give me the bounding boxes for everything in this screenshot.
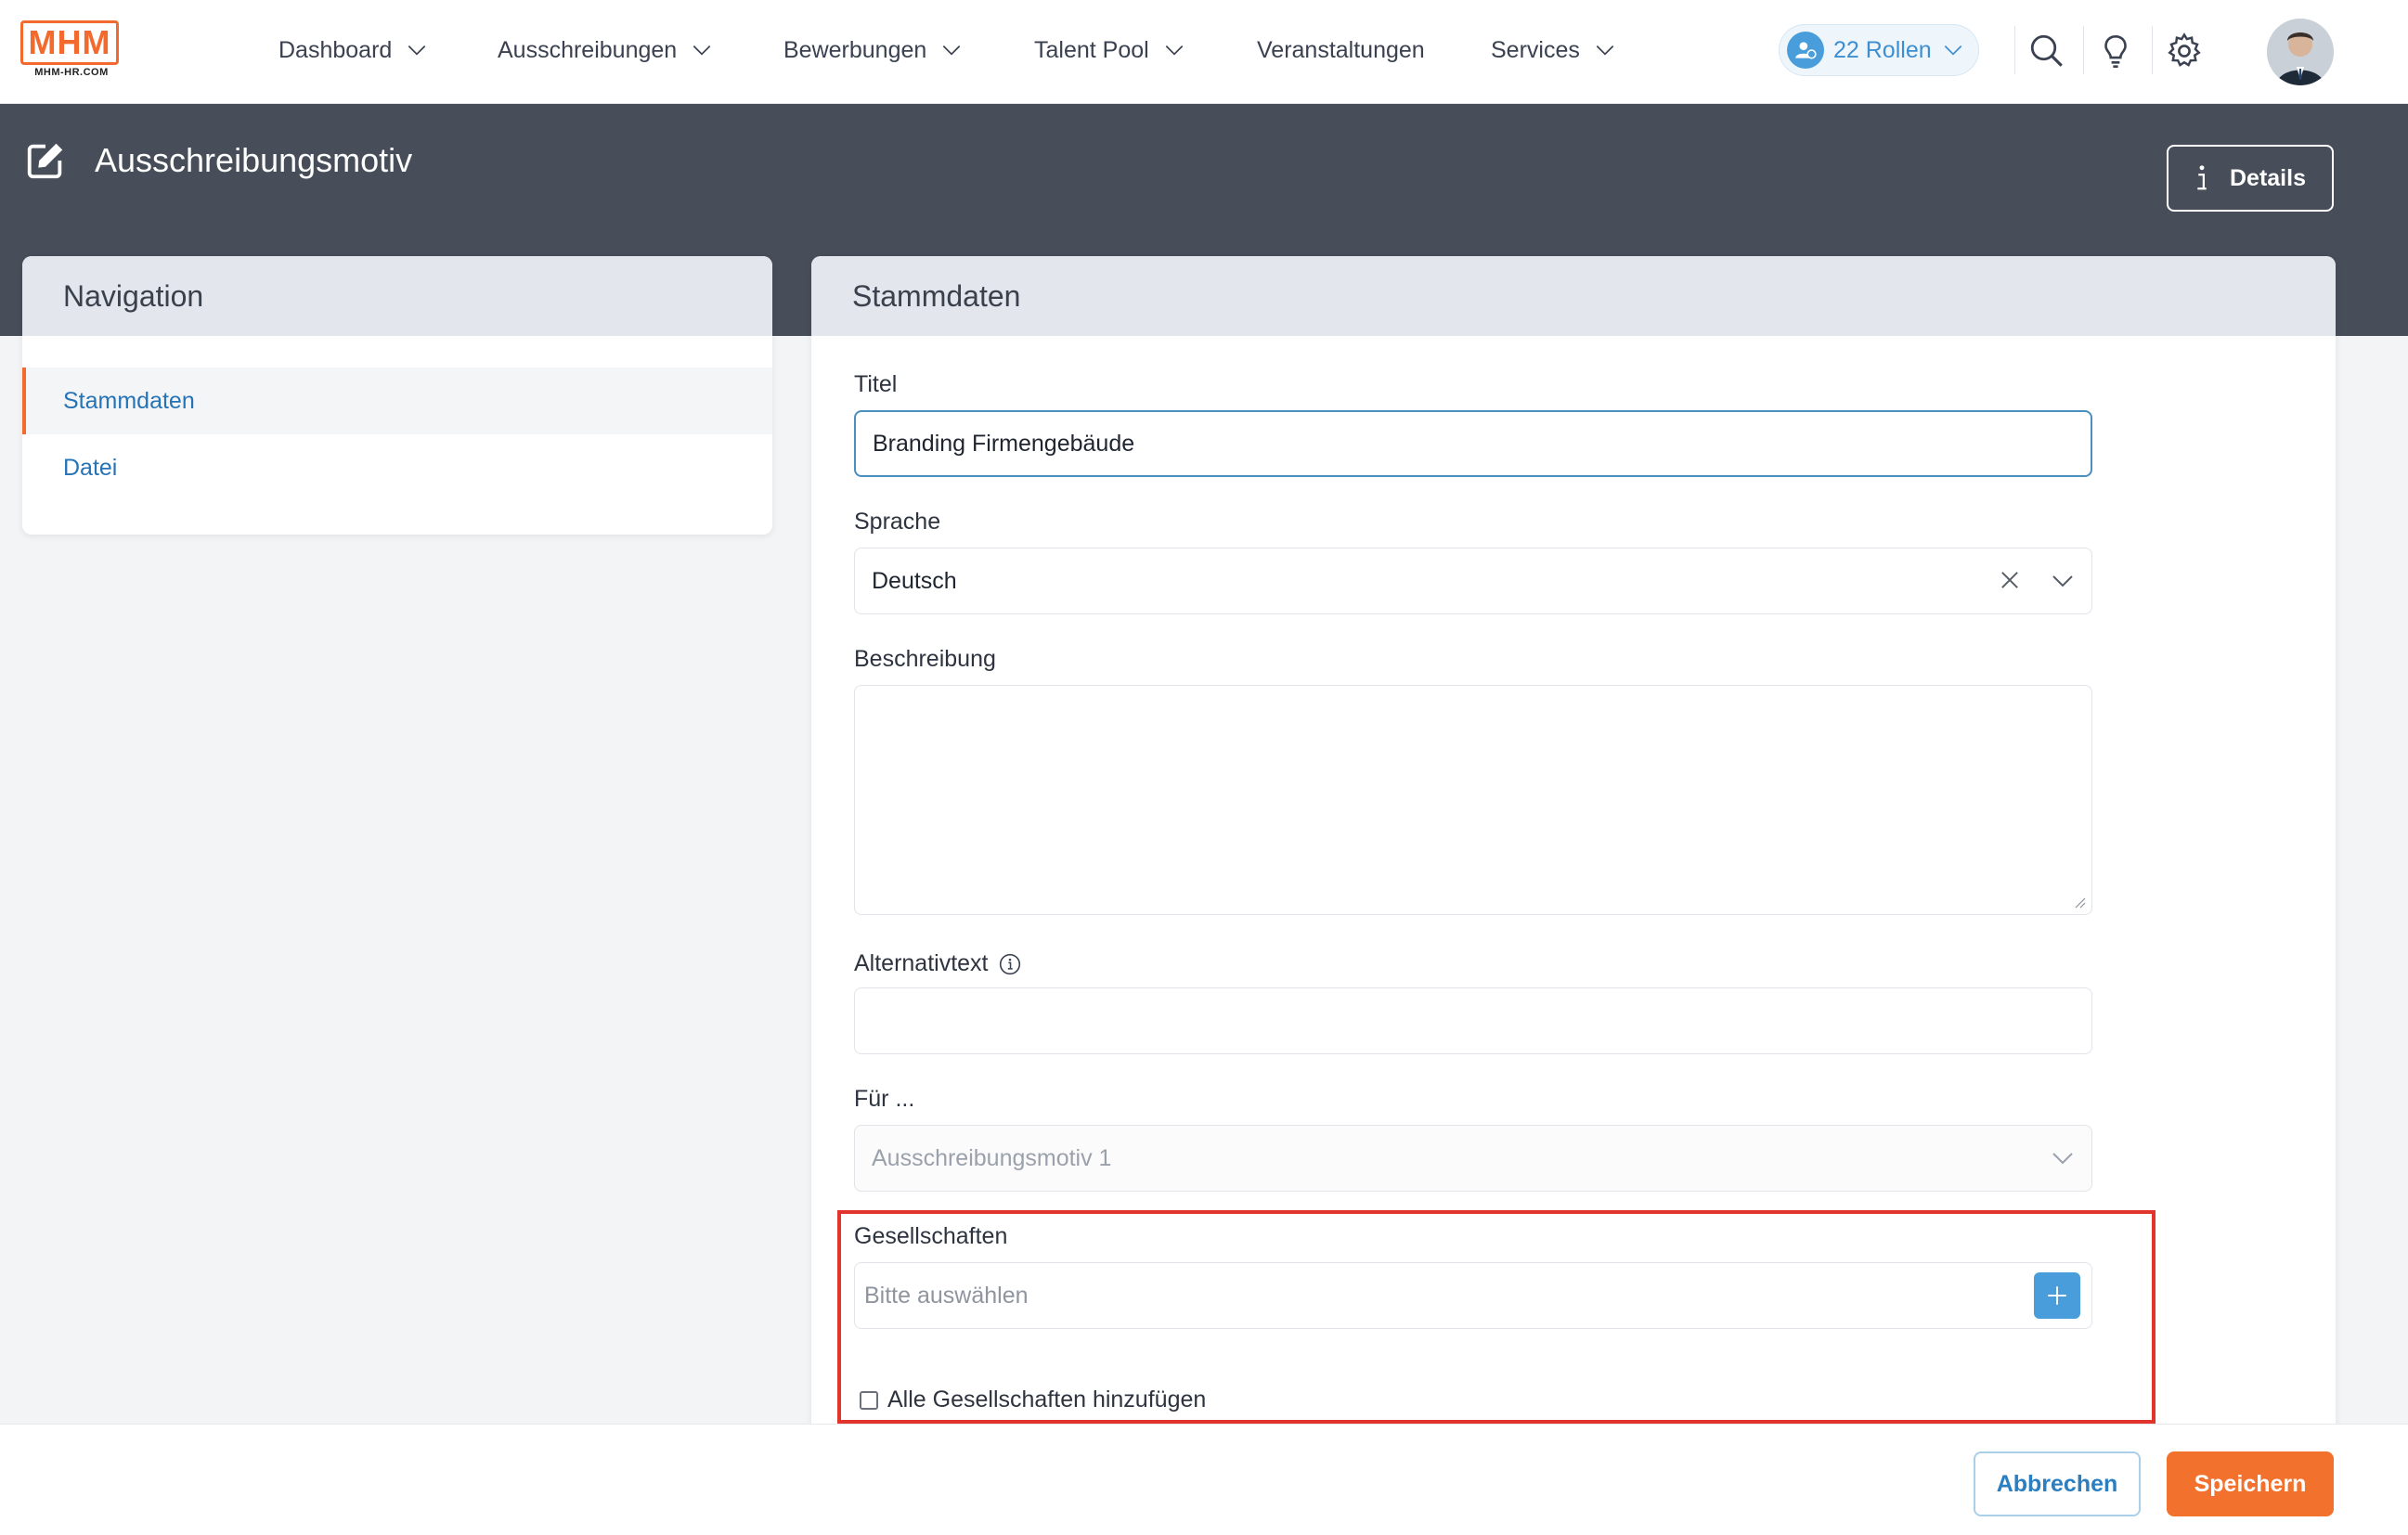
- alternativtext-label-text: Alternativtext: [854, 950, 989, 976]
- fuer-select-value: Ausschreibungsmotiv 1: [872, 1144, 1112, 1171]
- gesellschaften-label-text: Gesellschaften: [854, 1223, 1008, 1249]
- beschreibung-label: Beschreibung: [854, 646, 996, 673]
- details-button-label: Details: [2230, 164, 2306, 191]
- gesellschaften-placeholder: Bitte auswählen: [864, 1282, 1029, 1309]
- nav-link-stammdaten[interactable]: Stammdaten: [22, 368, 772, 434]
- nav-veranstaltungen-label: Veranstaltungen: [1257, 36, 1425, 63]
- titel-input-value: Branding Firmengebäude: [873, 430, 1135, 457]
- fuer-label: Für ...: [854, 1086, 914, 1113]
- nav-dashboard[interactable]: Dashboard: [278, 32, 429, 69]
- alternativtext-label: Alternativtext: [854, 950, 1022, 977]
- gesellschaften-select[interactable]: Bitte auswählen: [854, 1262, 2092, 1329]
- chevron-down-icon[interactable]: [2049, 567, 2077, 595]
- lightbulb-icon[interactable]: [2096, 32, 2135, 71]
- alle-gesellschaften-checkbox[interactable]: [860, 1390, 878, 1410]
- alle-gesellschaften-label: Alle Gesellschaften hinzufügen: [887, 1387, 1207, 1412]
- info-circle-icon[interactable]: [998, 952, 1022, 976]
- edit-icon: [27, 143, 63, 179]
- chevron-down-icon: [1165, 45, 1183, 56]
- top-navigation-bar: MHM MHM-HR.COM Dashboard Ausschreibungen…: [0, 0, 2408, 104]
- beschreibung-textarea[interactable]: [854, 685, 2092, 915]
- nav-veranstaltungen[interactable]: Veranstaltungen: [1257, 32, 1425, 69]
- clear-icon[interactable]: [1997, 567, 2023, 593]
- plus-icon: [2048, 1286, 2066, 1305]
- roles-dropdown[interactable]: 22 Rollen: [1779, 24, 1979, 76]
- nav-link-label: Datei: [63, 454, 118, 481]
- logo-subtitle: MHM-HR.COM: [34, 67, 109, 78]
- info-icon: [2197, 165, 2207, 190]
- sprache-label-text: Sprache: [854, 509, 941, 535]
- nav-link-datei[interactable]: Datei: [22, 434, 772, 501]
- nav-link-label: Stammdaten: [63, 387, 195, 414]
- chevron-down-icon: [408, 45, 426, 56]
- chevron-down-icon[interactable]: [2049, 1144, 2077, 1172]
- sprache-select-value: Deutsch: [872, 567, 957, 594]
- details-button[interactable]: Details: [2167, 145, 2334, 212]
- stammdaten-card: Stammdaten Titel Branding Firmengebäude …: [811, 256, 2336, 1453]
- page-title: Ausschreibungsmotiv: [95, 141, 413, 179]
- nav-bewerbungen[interactable]: Bewerbungen: [783, 32, 964, 69]
- fuer-label-text: Für ...: [854, 1086, 915, 1112]
- titel-label: Titel: [854, 371, 897, 398]
- chevron-down-icon: [693, 45, 711, 56]
- titel-label-text: Titel: [854, 371, 898, 397]
- roles-label: 22 Rollen: [1833, 36, 1932, 63]
- nav-services[interactable]: Services: [1491, 32, 1617, 69]
- nav-ausschreibungen-label: Ausschreibungen: [498, 36, 678, 63]
- resize-handle-icon[interactable]: [2071, 894, 2086, 909]
- company-logo[interactable]: MHM MHM-HR.COM: [20, 20, 123, 82]
- divider: [2083, 26, 2084, 74]
- navigation-card: Navigation Stammdaten Datei: [22, 256, 772, 535]
- stammdaten-card-title: Stammdaten: [811, 256, 2336, 336]
- gear-icon[interactable]: [2165, 32, 2204, 71]
- cancel-button[interactable]: Abbrechen: [1974, 1451, 2141, 1516]
- titel-input[interactable]: Branding Firmengebäude: [854, 410, 2092, 477]
- gesellschaften-label: Gesellschaften: [854, 1223, 1007, 1250]
- nav-talent-pool-label: Talent Pool: [1034, 36, 1149, 63]
- nav-talent-pool[interactable]: Talent Pool: [1034, 32, 1186, 69]
- chevron-down-icon: [943, 45, 961, 56]
- search-icon[interactable]: [2027, 32, 2066, 71]
- beschreibung-label-text: Beschreibung: [854, 646, 996, 672]
- navigation-card-title: Navigation: [22, 256, 772, 336]
- nav-dashboard-label: Dashboard: [278, 36, 393, 63]
- alle-gesellschaften-option[interactable]: Alle Gesellschaften hinzufügen: [860, 1387, 1206, 1413]
- save-button[interactable]: Speichern: [2167, 1451, 2334, 1516]
- fuer-select[interactable]: Ausschreibungsmotiv 1: [854, 1125, 2092, 1192]
- chevron-down-icon: [1596, 45, 1614, 56]
- nav-bewerbungen-label: Bewerbungen: [783, 36, 927, 63]
- avatar[interactable]: [2267, 19, 2334, 85]
- divider: [2014, 26, 2015, 74]
- logo-mark: MHM: [20, 20, 119, 65]
- page-title-group: Ausschreibungsmotiv: [24, 139, 412, 182]
- sprache-select[interactable]: Deutsch: [854, 548, 2092, 614]
- nav-services-label: Services: [1491, 36, 1580, 63]
- alternativtext-input[interactable]: [854, 987, 2092, 1054]
- sprache-label: Sprache: [854, 509, 940, 535]
- chevron-down-icon: [1944, 45, 1961, 56]
- user-group-icon: [1787, 32, 1824, 69]
- nav-ausschreibungen[interactable]: Ausschreibungen: [498, 32, 714, 69]
- add-gesellschaft-button[interactable]: [2034, 1272, 2080, 1319]
- divider: [2152, 26, 2153, 74]
